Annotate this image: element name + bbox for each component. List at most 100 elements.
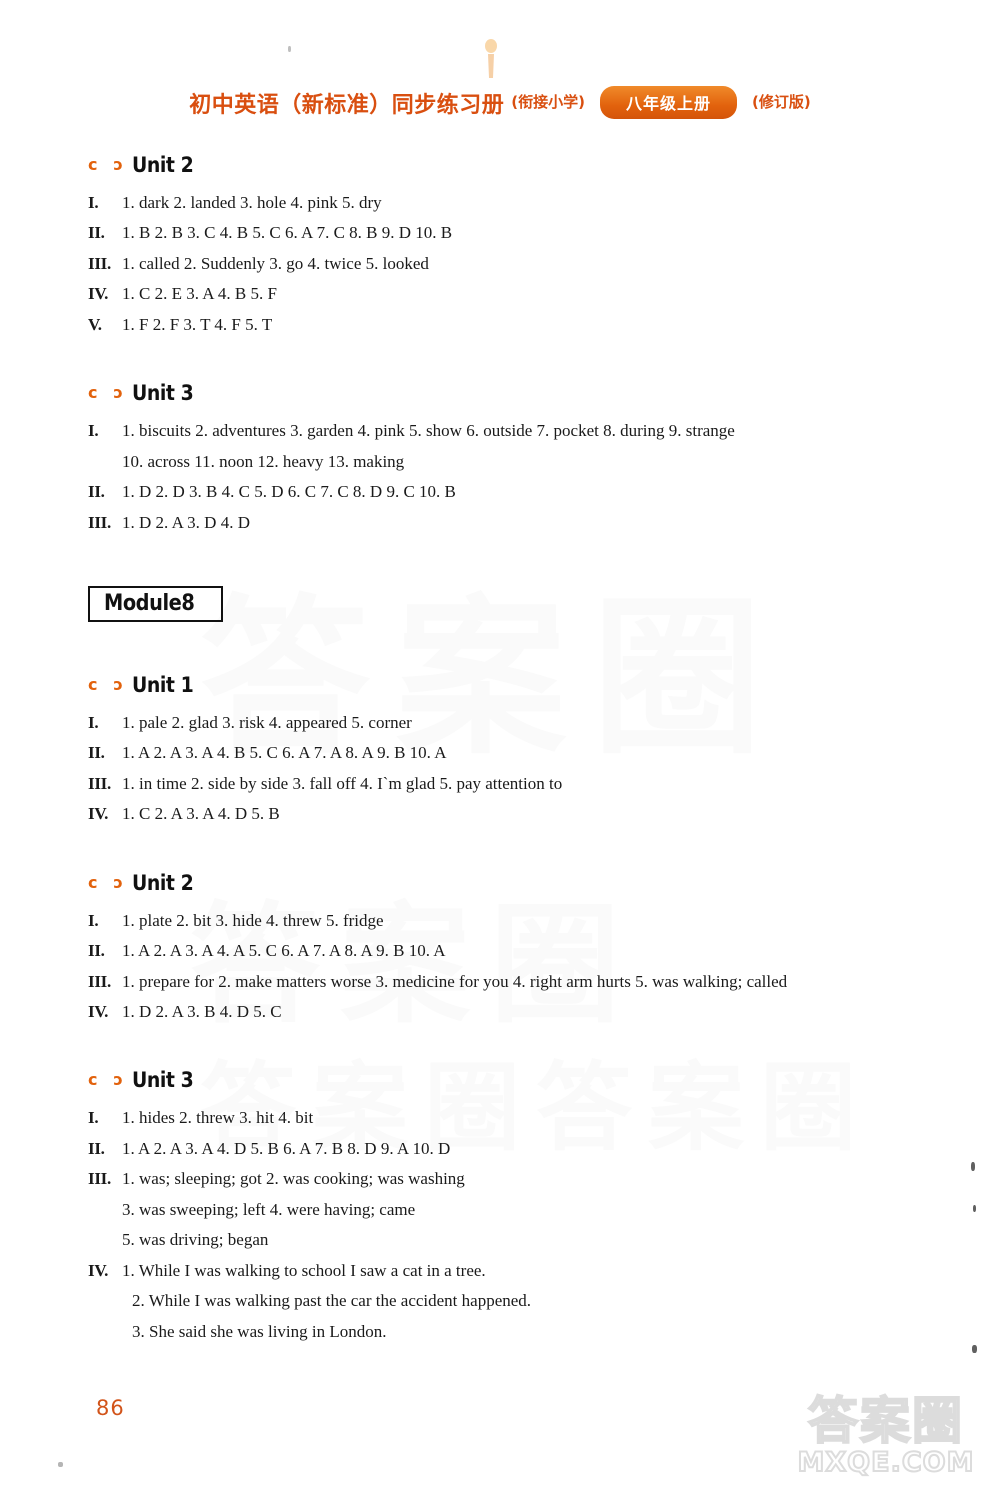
arc-left-icon: c (88, 155, 98, 174)
answer-row: III. 1. was; sleeping; got 2. was cooking… (88, 1168, 928, 1190)
unit-heading: c c Unit 3 (88, 378, 928, 408)
watermark: 答案圈 MXQE.COM (786, 1392, 986, 1479)
answer-roman-numeral: II. (88, 743, 105, 763)
answer-roman-numeral: IV. (88, 1260, 109, 1280)
scan-speck (973, 1205, 976, 1212)
answer-text: 1. called 2. Suddenly 3. go 4. twice 5. … (122, 253, 429, 273)
answer-roman-numeral: III. (88, 971, 111, 991)
answer-text: 1. A 2. A 3. A 4. D 5. B 6. A 7. B 8. D … (122, 1138, 451, 1158)
answer-roman-numeral: II. (88, 482, 105, 502)
arc-right-icon: c (113, 674, 123, 694)
answer-roman-numeral: III. (88, 773, 111, 793)
unit-heading: c c Unit 3 (88, 1065, 928, 1095)
answer-text: 1. D 2. D 3. B 4. C 5. D 6. C 7. C 8. D … (122, 482, 456, 502)
answer-row: IV. 1. D 2. A 3. B 4. D 5. C (88, 1001, 928, 1023)
watermark-chinese: 答案圈 (807, 1392, 964, 1451)
unit-title: Unit 2 (131, 153, 194, 177)
arc-left-icon: c (88, 872, 98, 892)
scan-speck (972, 1345, 977, 1353)
unit-title: Unit 3 (131, 381, 194, 406)
scan-speck (58, 1462, 63, 1467)
answer-roman-numeral: I. (88, 910, 99, 930)
arc-right-icon: c (113, 155, 123, 174)
answer-row: II. 1. D 2. D 3. B 4. C 5. D 6. C 7. C 8.… (88, 481, 928, 503)
answer-continuation-line: 3. She said she was living in London. (132, 1321, 387, 1341)
answer-roman-numeral: III. (88, 253, 111, 273)
answer-roman-numeral: I. (88, 193, 99, 212)
unit-heading: c c Unit 2 (88, 150, 928, 180)
answer-row: I. 1. hides 2. threw 3. hit 4. bit (88, 1107, 928, 1129)
answer-text: 1. hides 2. threw 3. hit 4. bit (122, 1108, 314, 1128)
answer-row: IV. 1. While I was walking to school I sa… (88, 1260, 928, 1282)
answer-roman-numeral: III. (88, 1169, 111, 1189)
unit-heading: c c Unit 2 (88, 868, 928, 898)
answer-row: II. 1. B 2. B 3. C 4. B 5. C 6. A 7. C 8.… (88, 222, 928, 244)
answer-text: 1. was; sleeping; got 2. was cooking; wa… (122, 1169, 465, 1189)
answer-continuation-line: 2. While I was walking past the car the … (132, 1291, 532, 1311)
answer-text: 1. in time 2. side by side 3. fall off 4… (122, 773, 563, 793)
answer-text: 1. D 2. A 3. B 4. D 5. C (122, 1002, 282, 1021)
answer-roman-numeral: I. (88, 1108, 99, 1128)
answer-text: 1. prepare for 2. make matters worse 3. … (122, 971, 788, 991)
answer-row: I. 1. biscuits 2. adventures 3. garden 4.… (88, 420, 928, 442)
answer-roman-numeral: I. (88, 421, 99, 441)
scan-speck (971, 1162, 975, 1171)
answer-row: II. 1. A 2. A 3. A 4. D 5. B 6. A 7. B 8.… (88, 1138, 928, 1160)
answer-continuation-line: 3. was sweeping; left 4. were having; ca… (122, 1199, 416, 1219)
answer-text: 1. C 2. A 3. A 4. D 5. B (122, 804, 280, 824)
answer-roman-numeral: IV. (88, 1002, 109, 1021)
answer-row: V. 1. F 2. F 3. T 4. F 5. T (88, 314, 928, 336)
answer-text: 1. D 2. A 3. D 4. D (122, 512, 250, 532)
answer-row: I. 1. dark 2. landed 3. hole 4. pink 5. d… (88, 192, 928, 214)
answer-roman-numeral: V. (88, 314, 102, 334)
arc-right-icon: c (113, 1070, 123, 1090)
answer-row: II. 1. A 2. A 3. A 4. B 5. C 6. A 7. A 8.… (88, 742, 928, 764)
running-header: 初中英语（新标准）同步练习册 (衔接小学) 八年级上册 (修订版) (0, 86, 1000, 119)
unit-title: Unit 3 (131, 1068, 194, 1093)
answer-text: 1. F 2. F 3. T 4. F 5. T (122, 314, 273, 334)
unit-title: Unit 2 (131, 870, 194, 895)
answer-roman-numeral: III. (88, 512, 111, 532)
answer-row: I. 1. pale 2. glad 3. risk 4. appeared 5.… (88, 712, 928, 734)
answer-text: 1. dark 2. landed 3. hole 4. pink 5. dry (122, 193, 382, 212)
answer-text: 1. A 2. A 3. A 4. A 5. C 6. A 7. A 8. A … (122, 941, 446, 961)
answer-row: III. 1. in time 2. side by side 3. fall o… (88, 773, 928, 795)
unit-heading: c c Unit 1 (88, 670, 928, 700)
answer-text: 1. plate 2. bit 3. hide 4. threw 5. frid… (122, 910, 384, 930)
answer-roman-numeral: II. (88, 223, 105, 243)
answer-roman-numeral: I. (88, 712, 99, 732)
module-box: Module8 (88, 585, 223, 622)
unit-title: Unit 1 (131, 672, 194, 697)
arc-left-icon: c (88, 674, 98, 694)
answer-text: 1. A 2. A 3. A 4. B 5. C 6. A 7. A 8. A … (122, 743, 447, 763)
scan-speck (288, 46, 291, 52)
answer-text: 1. pale 2. glad 3. risk 4. appeared 5. c… (122, 712, 412, 732)
answer-roman-numeral: II. (88, 941, 105, 961)
answer-text: 1. biscuits 2. adventures 3. garden 4. p… (122, 421, 735, 441)
grade-badge: 八年级上册 (600, 86, 738, 119)
page-number: 86 (96, 1396, 125, 1420)
book-title: 初中英语（新标准）同步练习册 (189, 92, 505, 118)
answer-row: IV. 1. C 2. E 3. A 4. B 5. F (88, 283, 928, 305)
watermark-domain: MXQE.COM (797, 1447, 975, 1479)
revision-label: (修订版) (752, 93, 811, 111)
answer-row: IV. 1. C 2. A 3. A 4. D 5. B (88, 803, 928, 825)
arc-right-icon: c (113, 383, 123, 403)
answer-row: III. 1. D 2. A 3. D 4. D (88, 512, 928, 534)
answer-roman-numeral: IV. (88, 804, 109, 824)
answer-row: III. 1. called 2. Suddenly 3. go 4. twice… (88, 253, 928, 275)
answer-roman-numeral: IV. (88, 284, 109, 304)
arc-right-icon: c (113, 872, 123, 892)
answer-key-content: c c Unit 2 I. 1. dark 2. landed 3. hole 4. p… (88, 150, 928, 1385)
answer-text: 1. C 2. E 3. A 4. B 5. F (122, 284, 277, 304)
answer-continuation-line: 10. across 11. noon 12. heavy 13. making (122, 451, 405, 471)
top-logo-smudge (470, 34, 512, 80)
answer-row: III. 1. prepare for 2. make matters worse… (88, 971, 928, 993)
answer-row: I. 1. plate 2. bit 3. hide 4. threw 5. fr… (88, 910, 928, 932)
